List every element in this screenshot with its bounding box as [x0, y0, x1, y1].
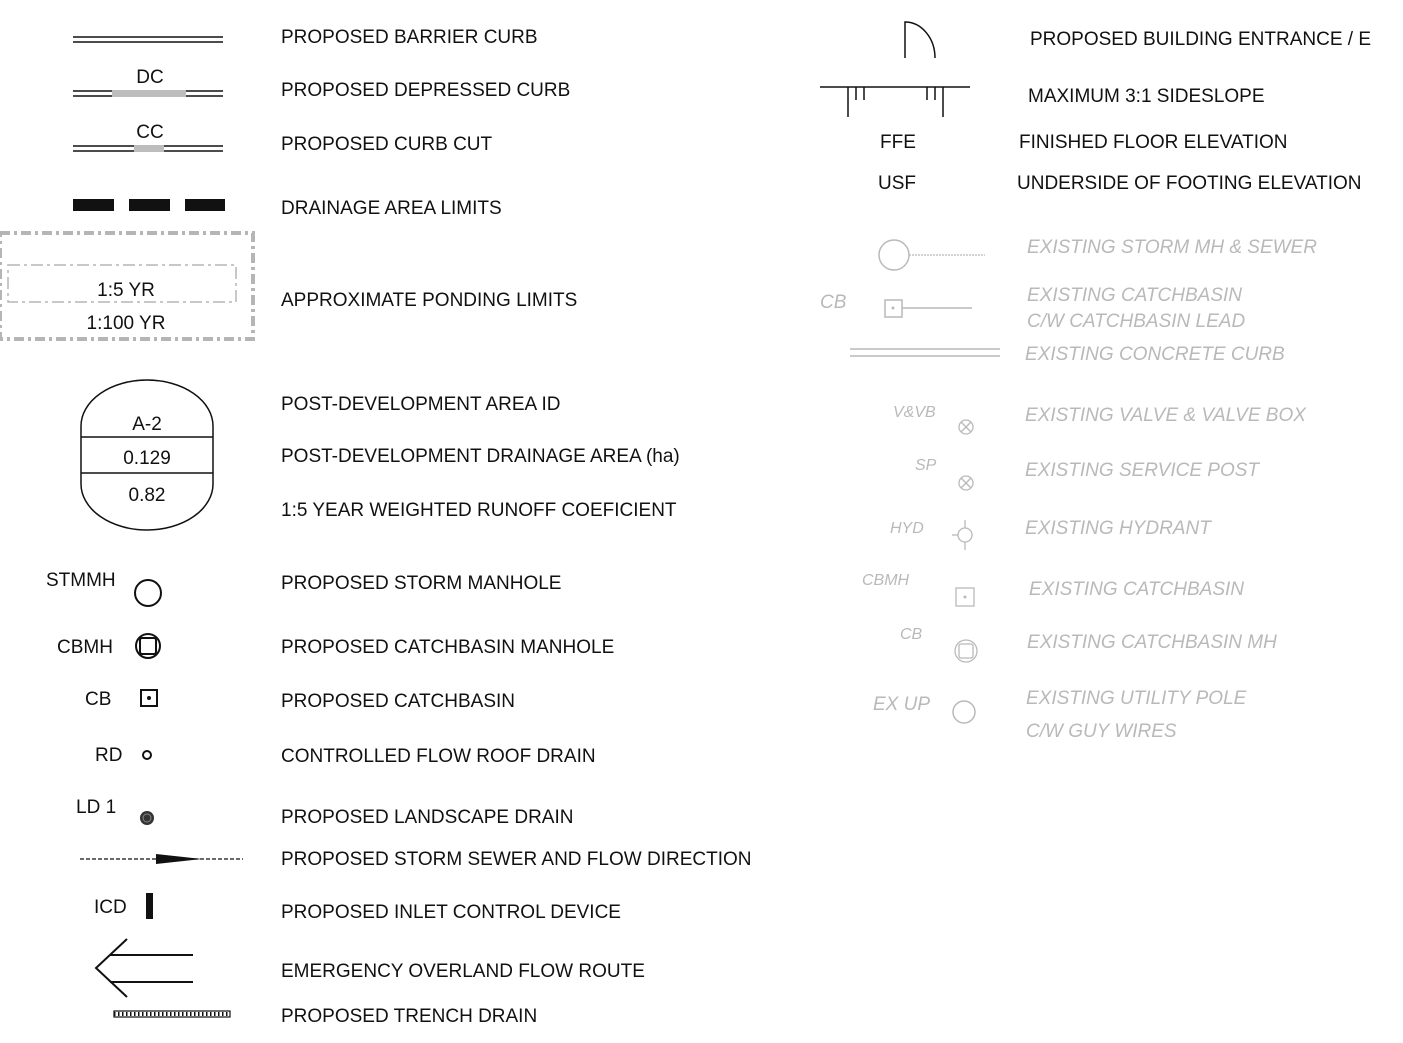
area-id-bubble: A-2 0.129 0.82 — [80, 379, 214, 531]
barrier-curb-label: PROPOSED BARRIER CURB — [281, 27, 538, 48]
ffe-label: FINISHED FLOOR ELEVATION — [1019, 132, 1288, 153]
ex-cbmh-symbol: CBMH — [862, 572, 975, 607]
rd-code: RD — [95, 745, 122, 766]
storm-sewer-symbol — [80, 854, 243, 864]
ex-hydrant-symbol: HYD — [890, 520, 973, 550]
roof-drain-label: CONTROLLED FLOW ROOF DRAIN — [281, 746, 596, 767]
ponding-limits-symbol: 1:5 YR 1:100 YR — [0, 231, 255, 341]
overland-flow-label: EMERGENCY OVERLAND FLOW ROUTE — [281, 961, 645, 982]
curb-cut-symbol: CC — [73, 122, 223, 152]
barrier-curb-symbol — [73, 36, 223, 43]
catchbasin-symbol: CB — [85, 689, 158, 710]
cb-manhole-label: PROPOSED CATCHBASIN MANHOLE — [281, 637, 614, 658]
ex-valve-code: V&VB — [893, 404, 936, 421]
ex-cb-code: CB — [820, 292, 847, 313]
storm-manhole-label: PROPOSED STORM MANHOLE — [281, 573, 561, 594]
area-ha-text: 0.129 — [123, 448, 171, 469]
icd-symbol: ICD — [94, 893, 153, 919]
ex-storm-mh-label: EXISTING STORM MH & SEWER — [1027, 237, 1317, 258]
catchbasin-label: PROPOSED CATCHBASIN — [281, 691, 515, 712]
ex-cb-mh-label: EXISTING CATCHBASIN MH — [1027, 632, 1277, 653]
ex-curb-label: EXISTING CONCRETE CURB — [1025, 344, 1285, 365]
usf-code: USF — [878, 173, 916, 194]
sideslope-label: MAXIMUM 3:1 SIDESLOPE — [1028, 86, 1265, 107]
curb-cut-code: CC — [136, 122, 163, 143]
ffe-code: FFE — [880, 132, 916, 153]
sideslope-symbol — [820, 86, 970, 117]
area-id-label: POST-DEVELOPMENT AREA ID — [281, 394, 560, 415]
area-id-text: A-2 — [132, 414, 162, 435]
ex-pole-code: EX UP — [873, 694, 930, 715]
trench-drain-label: PROPOSED TRENCH DRAIN — [281, 1006, 537, 1027]
landscape-drain-symbol: LD 1 — [76, 797, 154, 825]
cb-code: CB — [85, 689, 111, 710]
ex-cbmh-label: EXISTING CATCHBASIN — [1029, 579, 1244, 600]
legend-diagram: PROPOSED BARRIER CURB DC PROPOSED DEPRES… — [0, 21, 1371, 1027]
icd-label: PROPOSED INLET CONTROL DEVICE — [281, 902, 621, 923]
usf-label: UNDERSIDE OF FOOTING ELEVATION — [1017, 173, 1362, 194]
drainage-limits-symbol — [73, 199, 225, 211]
ex-hydrant-label: EXISTING HYDRANT — [1025, 518, 1212, 539]
curb-cut-label: PROPOSED CURB CUT — [281, 134, 493, 155]
depressed-curb-label: PROPOSED DEPRESSED CURB — [281, 80, 570, 101]
ex-sp-code: SP — [915, 457, 937, 474]
ex-storm-mh-symbol — [878, 239, 985, 271]
ex-valve-symbol: V&VB — [893, 404, 974, 435]
ex-catchbasin-label-1: EXISTING CATCHBASIN — [1027, 285, 1242, 306]
depressed-curb-code: DC — [136, 67, 163, 88]
icd-code: ICD — [94, 897, 127, 918]
ex-utility-pole-label-1: EXISTING UTILITY POLE — [1026, 688, 1247, 709]
area-ha-label: POST-DEVELOPMENT DRAINAGE AREA (ha) — [281, 446, 680, 467]
ex-cbmh-code: CBMH — [862, 572, 910, 589]
cb-manhole-symbol: CBMH — [57, 633, 161, 659]
building-entrance-label: PROPOSED BUILDING ENTRANCE / E — [1030, 29, 1371, 50]
storm-manhole-symbol: STMMH — [46, 570, 162, 607]
area-runoff-text: 0.82 — [129, 485, 166, 506]
ex-hyd-code: HYD — [890, 520, 924, 537]
building-entrance-symbol — [904, 21, 936, 59]
ex-cb-mh-symbol: CB — [900, 626, 978, 663]
ex-curb-symbol — [850, 348, 1000, 357]
ex-catchbasin-symbol: CB — [820, 292, 972, 318]
cbmh-code: CBMH — [57, 637, 113, 658]
ex-catchbasin-label-2: C/W CATCHBASIN LEAD — [1027, 311, 1245, 332]
trench-drain-symbol — [113, 1010, 231, 1018]
ex-cbmh2-code: CB — [900, 626, 923, 643]
roof-drain-symbol: RD — [95, 745, 152, 766]
ld-code: LD 1 — [76, 797, 116, 818]
ex-valve-label: EXISTING VALVE & VALVE BOX — [1025, 405, 1307, 426]
ex-service-post-label: EXISTING SERVICE POST — [1025, 460, 1260, 481]
ponding-5yr-text: 1:5 YR — [97, 280, 155, 301]
ex-utility-pole-label-2: C/W GUY WIRES — [1026, 721, 1177, 742]
area-runoff-label: 1:5 YEAR WEIGHTED RUNOFF COEFICIENT — [281, 500, 677, 521]
overland-flow-symbol — [94, 938, 193, 998]
ex-utility-pole-symbol: EX UP — [873, 694, 976, 724]
landscape-drain-label: PROPOSED LANDSCAPE DRAIN — [281, 807, 573, 828]
drainage-limits-label: DRAINAGE AREA LIMITS — [281, 198, 502, 219]
ponding-100yr-text: 1:100 YR — [87, 313, 166, 334]
ex-service-post-symbol: SP — [915, 457, 974, 491]
stmmh-code: STMMH — [46, 570, 116, 591]
ponding-limits-label: APPROXIMATE PONDING LIMITS — [281, 290, 577, 311]
depressed-curb-symbol: DC — [73, 67, 223, 97]
storm-sewer-label: PROPOSED STORM SEWER AND FLOW DIRECTION — [281, 849, 751, 870]
